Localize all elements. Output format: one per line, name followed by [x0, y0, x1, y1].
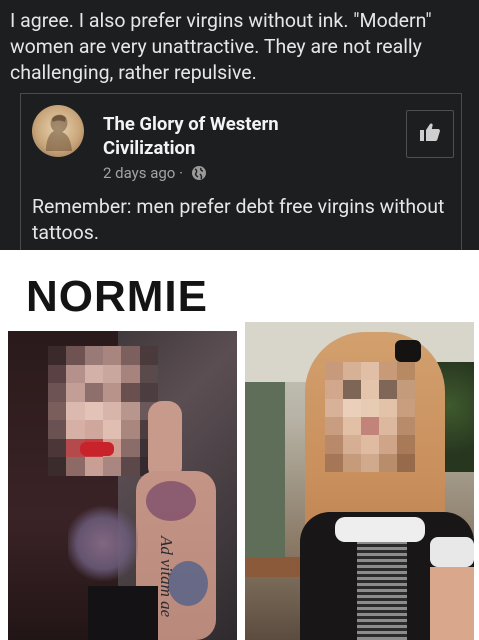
thumbs-up-icon — [419, 122, 441, 146]
page-name[interactable]: The Glory of Western Civilization — [103, 112, 353, 160]
meta-separator: · — [179, 164, 184, 182]
tattoo-script: Ad vitam ae — [157, 536, 176, 618]
quoted-post-text: Remember: men prefer debt free virgins w… — [32, 195, 445, 244]
like-button[interactable] — [406, 110, 454, 158]
globe-icon — [191, 165, 207, 185]
post-meta: 2 days ago · — [103, 164, 207, 185]
right-photo — [245, 322, 474, 640]
pixelated-face-right — [325, 362, 415, 472]
comment-text: I agree. I also prefer virgins without i… — [10, 9, 432, 84]
left-photo: Ad vitam ae — [8, 331, 237, 640]
pixelated-face-left — [48, 346, 158, 476]
classical-bust-avatar-icon[interactable] — [32, 105, 84, 157]
post-time[interactable]: 2 days ago — [103, 164, 175, 182]
meme-title: NORMIE — [26, 272, 208, 321]
meme-image[interactable]: NORMIE Ad vitam ae — [0, 250, 479, 640]
quoted-post-card[interactable]: The Glory of Western Civilization 2 days… — [20, 93, 462, 251]
